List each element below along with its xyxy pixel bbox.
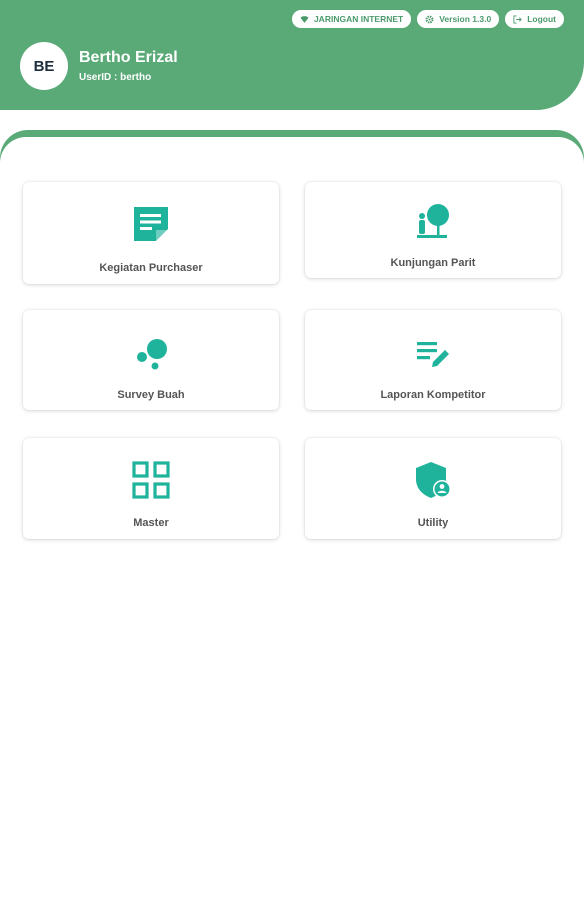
tree-person-icon [413,202,453,242]
version-pill[interactable]: Version 1.3.0 [417,10,500,28]
version-label: Version 1.3.0 [439,14,492,24]
avatar[interactable]: BE [20,42,68,90]
menu-card-survey-buah[interactable]: Survey Buah [23,310,279,410]
bubbles-icon [131,334,171,374]
menu-card-label: Master [133,517,169,529]
network-status-label: JARINGAN INTERNET [313,14,404,24]
menu-card-utility[interactable]: Utility [305,438,561,539]
menu-card-kunjungan-parit[interactable]: Kunjungan Parit [305,182,561,278]
user-name: Bertho Erizal [79,49,178,66]
grid-icon [131,460,171,500]
menu-card-label: Kunjungan Parit [390,257,476,269]
menu-card-label: Laporan Kompetitor [380,389,486,401]
edit-list-icon [413,334,453,374]
logout-label: Logout [527,14,556,24]
menu-card-laporan-kompetitor[interactable]: Laporan Kompetitor [305,310,561,410]
menu-card-label: Survey Buah [117,389,185,401]
menu-card-kegiatan-purchaser[interactable]: Kegiatan Purchaser [23,182,279,284]
menu-card-label: Utility [417,517,449,529]
user-id: UserID : bertho [79,72,152,83]
header-pills: JARINGAN INTERNET Version 1.3.0 Logout [291,10,564,28]
note-icon [131,204,171,244]
shield-user-icon [413,460,453,500]
logout-button[interactable]: Logout [505,10,564,28]
gear-icon [425,15,434,23]
wifi-icon [300,15,309,23]
app-header: JARINGAN INTERNET Version 1.3.0 Logout B… [0,0,584,110]
logout-icon [513,14,522,24]
network-status-pill[interactable]: JARINGAN INTERNET [291,10,412,28]
menu-card-master[interactable]: Master [23,438,279,539]
menu-card-label: Kegiatan Purchaser [99,262,203,274]
